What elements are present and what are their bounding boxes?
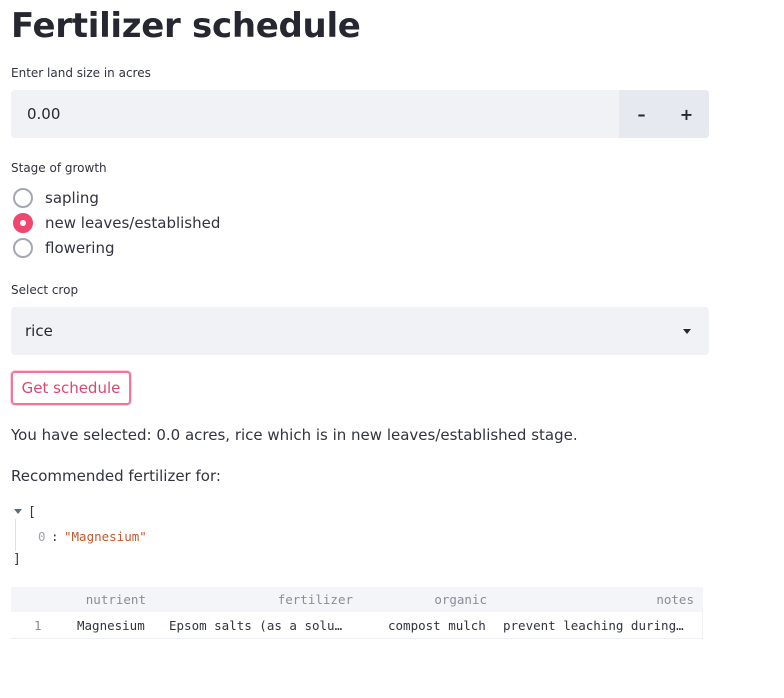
json-close-bracket: ]	[13, 552, 21, 567]
column-header-nutrient[interactable]: nutrient	[86, 587, 146, 612]
stepper-buttons: – +	[619, 90, 709, 138]
cell-notes[interactable]: prevent leaching during…	[503, 612, 684, 639]
column-header-organic[interactable]: organic	[434, 587, 487, 612]
table-header: nutrient fertilizer organic notes	[11, 587, 703, 612]
decrement-button[interactable]: –	[619, 90, 664, 138]
json-open-bracket: [	[28, 505, 36, 520]
radio-label: flowering	[45, 239, 115, 257]
radio-option-flowering[interactable]: flowering	[13, 237, 115, 259]
crop-label: Select crop	[11, 283, 79, 297]
json-index: 0	[38, 529, 46, 544]
cell-fertilizer[interactable]: Epsom salts (as a solu…	[169, 612, 342, 639]
page-title: Fertilizer schedule	[11, 6, 361, 46]
stage-label: Stage of growth	[11, 161, 107, 175]
increment-button[interactable]: +	[664, 90, 709, 138]
radio-option-new-leaves[interactable]: new leaves/established	[13, 212, 220, 234]
radio-label: new leaves/established	[45, 214, 221, 232]
land-size-label: Enter land size in acres	[11, 66, 151, 80]
json-indent-guide	[15, 519, 16, 551]
selection-summary: You have selected: 0.0 acres, rice which…	[11, 426, 578, 444]
json-separator: :	[51, 529, 59, 544]
cell-organic[interactable]: compost mulch	[388, 612, 486, 639]
column-header-fertilizer[interactable]: fertilizer	[278, 587, 353, 612]
land-size-stepper: 0.00 – +	[11, 90, 709, 138]
json-viewer: [ 0 : "Magnesium" ]	[11, 505, 311, 569]
chevron-down-icon	[683, 329, 691, 334]
radio-label: sapling	[45, 189, 99, 207]
land-size-input[interactable]: 0.00	[11, 90, 619, 138]
collapse-caret-icon[interactable]	[14, 509, 22, 514]
radio-dot	[20, 220, 26, 226]
radio-circle-selected[interactable]	[13, 213, 33, 233]
radio-option-sapling[interactable]: sapling	[13, 187, 99, 209]
recommended-heading: Recommended fertilizer for:	[11, 467, 221, 485]
crop-select-value: rice	[25, 322, 53, 340]
column-header-notes[interactable]: notes	[656, 587, 694, 612]
row-index: 1	[34, 618, 42, 633]
json-value: "Magnesium"	[64, 529, 147, 544]
crop-select[interactable]: rice	[11, 307, 709, 355]
fertilizer-table: nutrient fertilizer organic notes 1 Magn…	[11, 587, 703, 639]
table-row: 1 Magnesium Epsom salts (as a solu… comp…	[11, 612, 703, 639]
cell-nutrient[interactable]: Magnesium	[77, 612, 145, 639]
radio-circle[interactable]	[13, 188, 33, 208]
radio-circle[interactable]	[13, 238, 33, 258]
get-schedule-button[interactable]: Get schedule	[11, 371, 131, 405]
